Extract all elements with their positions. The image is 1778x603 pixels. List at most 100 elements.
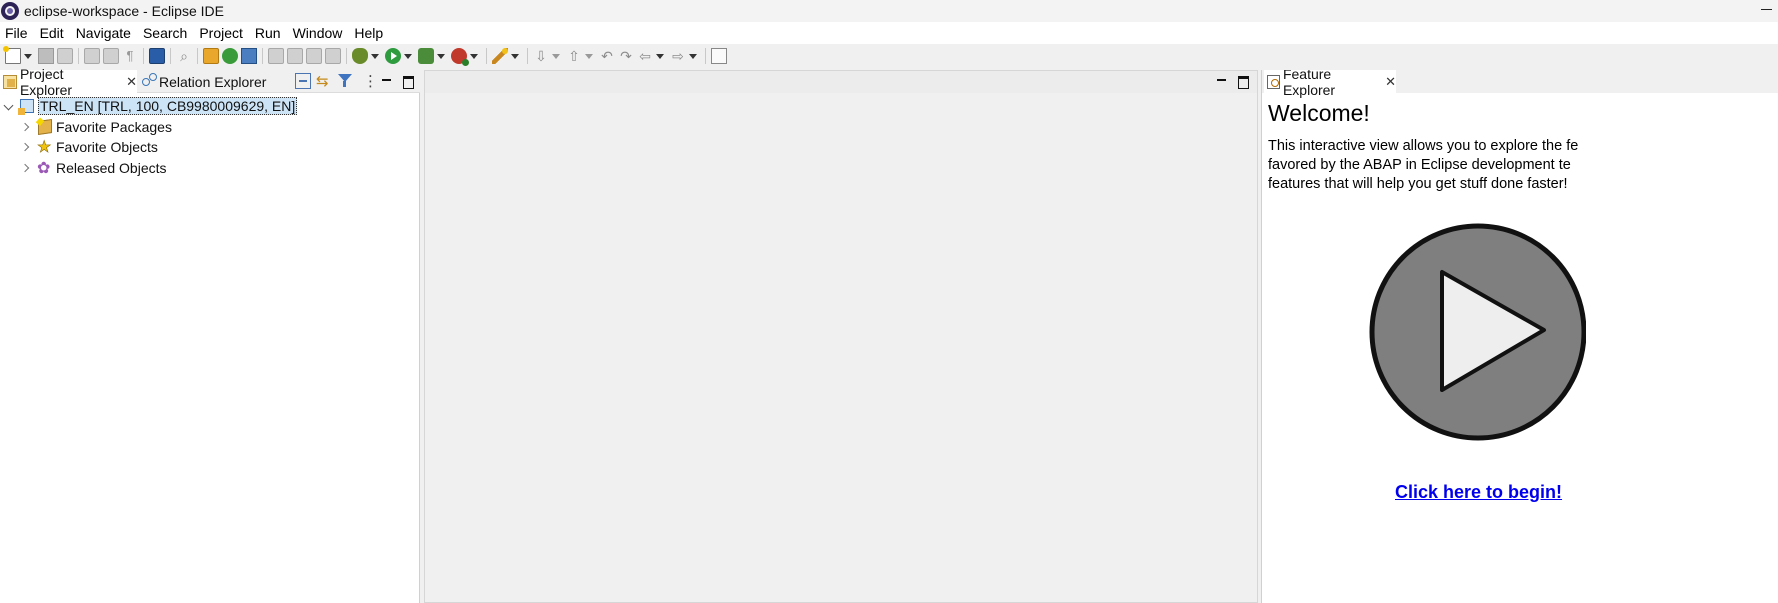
pilcrow-icon[interactable]: ¶ [122,48,138,64]
new-icon[interactable] [3,46,21,64]
view-menu-icon[interactable] [358,73,374,89]
print-icon[interactable] [306,48,322,64]
menu-run[interactable]: Run [249,22,287,44]
open-abap-icon[interactable] [203,48,219,64]
intro-text: This interactive view allows you to expl… [1268,137,1778,194]
tab-label: Relation Explorer [159,73,267,90]
toolbar-separator [262,48,263,64]
run-dropdown-icon[interactable] [404,48,412,64]
menu-file[interactable]: File [0,22,34,44]
tree-row-root[interactable]: TRL_EN [TRL, 100, CB9980009629, EN] [0,96,420,117]
menu-window[interactable]: Window [287,22,349,44]
expand-chevron-icon[interactable] [22,142,32,152]
pane-toolbar [290,73,416,89]
intro-line: This interactive view allows you to expl… [1268,138,1579,154]
next-edit-icon[interactable]: ↷ [618,48,634,64]
transport-icon[interactable] [268,48,284,64]
sync-icon[interactable] [287,48,303,64]
tree-label: Favorite Packages [56,118,172,135]
editor-toolbar [1209,73,1251,89]
new-dropdown-icon[interactable] [24,48,32,64]
wand-icon[interactable] [492,48,508,64]
left-tab-bar: Project Explorer ✕ Relation Explorer [0,66,420,98]
tab-feature-explorer[interactable]: Feature Explorer ✕ [1264,70,1396,98]
right-tab-bar: Feature Explorer ✕ [1262,70,1778,98]
tree-row-released-objects[interactable]: Released Objects [0,158,420,179]
maximize-icon[interactable] [400,73,416,89]
title-bar: eclipse-workspace - Eclipse IDE [0,0,1778,22]
wand-dropdown-icon[interactable] [511,48,519,64]
search-icon[interactable]: ⌕ [176,48,192,64]
collapse-all-icon[interactable] [295,73,311,89]
activate-icon[interactable] [325,48,341,64]
maximize-icon[interactable] [1235,73,1251,89]
intro-line: favored by the ABAP in Eclipse developme… [1268,157,1571,173]
toolbar-separator [143,48,144,64]
next-annotation-icon[interactable]: ⇩ [533,48,549,64]
editor-header [425,71,1257,93]
begin-link[interactable]: Click here to begin! [1395,482,1562,503]
pin-icon[interactable] [711,48,727,64]
run-icon[interactable] [385,48,401,64]
save-all-icon[interactable] [57,48,73,64]
open-type-icon[interactable] [84,48,100,64]
play-video-icon[interactable] [1366,220,1586,442]
tab-relation-explorer[interactable]: Relation Explorer [139,70,269,93]
tab-project-explorer[interactable]: Project Explorer ✕ [0,66,137,98]
prev-annotation-dropdown-icon[interactable] [585,48,593,64]
tab-label: Feature Explorer [1282,70,1336,98]
toggle-block-icon[interactable] [103,48,119,64]
main-toolbar: ¶ ⌕ ⇩ ⇧ ↶ ↷ ⇦ ⇨ [0,44,1778,68]
back-icon[interactable]: ⇦ [637,48,653,64]
star-icon [37,137,52,157]
toolbar-separator [170,48,171,64]
minimize-window-button[interactable] [1760,2,1774,16]
expand-chevron-icon[interactable] [22,122,32,132]
menu-edit[interactable]: Edit [34,22,70,44]
collapse-chevron-icon[interactable] [4,101,14,111]
next-annotation-dropdown-icon[interactable] [552,48,560,64]
editor-area[interactable] [424,70,1258,603]
tree-row-favorite-packages[interactable]: Favorite Packages [0,117,420,138]
filter-icon[interactable] [337,73,353,89]
close-icon[interactable]: ✕ [126,74,137,90]
menu-help[interactable]: Help [348,22,389,44]
feature-explorer-icon [1267,74,1280,89]
external-tools-dropdown-icon[interactable] [470,48,478,64]
prev-annotation-icon[interactable]: ⇧ [566,48,582,64]
minimize-icon[interactable] [1214,73,1230,89]
tree-label: Released Objects [56,159,167,176]
debug-dropdown-icon[interactable] [371,48,379,64]
close-icon[interactable]: ✕ [1385,74,1396,90]
project-explorer-pane: Project Explorer ✕ Relation Explorer TRL… [0,66,420,603]
expand-chevron-icon[interactable] [22,163,32,173]
coverage-icon[interactable] [418,48,434,64]
toolbar-separator [527,48,528,64]
debug-icon[interactable] [352,48,368,64]
forward-dropdown-icon[interactable] [689,48,697,64]
external-tools-icon[interactable] [451,48,469,66]
minimize-icon[interactable] [379,73,395,89]
feature-explorer-pane: Feature Explorer ✕ Welcome! This interac… [1261,70,1778,603]
tree-row-favorite-objects[interactable]: Favorite Objects [0,137,420,158]
gear-icon [37,158,52,178]
eclipse-logo-icon [1,2,19,20]
menu-navigate[interactable]: Navigate [70,22,137,44]
abap-unit-icon[interactable] [241,48,257,64]
last-edit-icon[interactable]: ↶ [599,48,615,64]
toolbar-separator [705,48,706,64]
project-tree: TRL_EN [TRL, 100, CB9980009629, EN] Favo… [0,96,420,178]
tree-label: TRL_EN [TRL, 100, CB9980009629, EN] [38,97,298,116]
menu-search[interactable]: Search [137,22,193,44]
back-dropdown-icon[interactable] [656,48,664,64]
coverage-dropdown-icon[interactable] [437,48,445,64]
menu-bar: File Edit Navigate Search Project Run Wi… [0,22,1778,44]
link-with-editor-icon[interactable] [316,73,332,89]
toolbar-separator [78,48,79,64]
menu-project[interactable]: Project [193,22,249,44]
window-title: eclipse-workspace - Eclipse IDE [24,3,224,19]
terminal-icon[interactable] [149,48,165,64]
run-abap-icon[interactable] [222,48,238,64]
save-icon[interactable] [38,48,54,64]
forward-icon[interactable]: ⇨ [670,48,686,64]
